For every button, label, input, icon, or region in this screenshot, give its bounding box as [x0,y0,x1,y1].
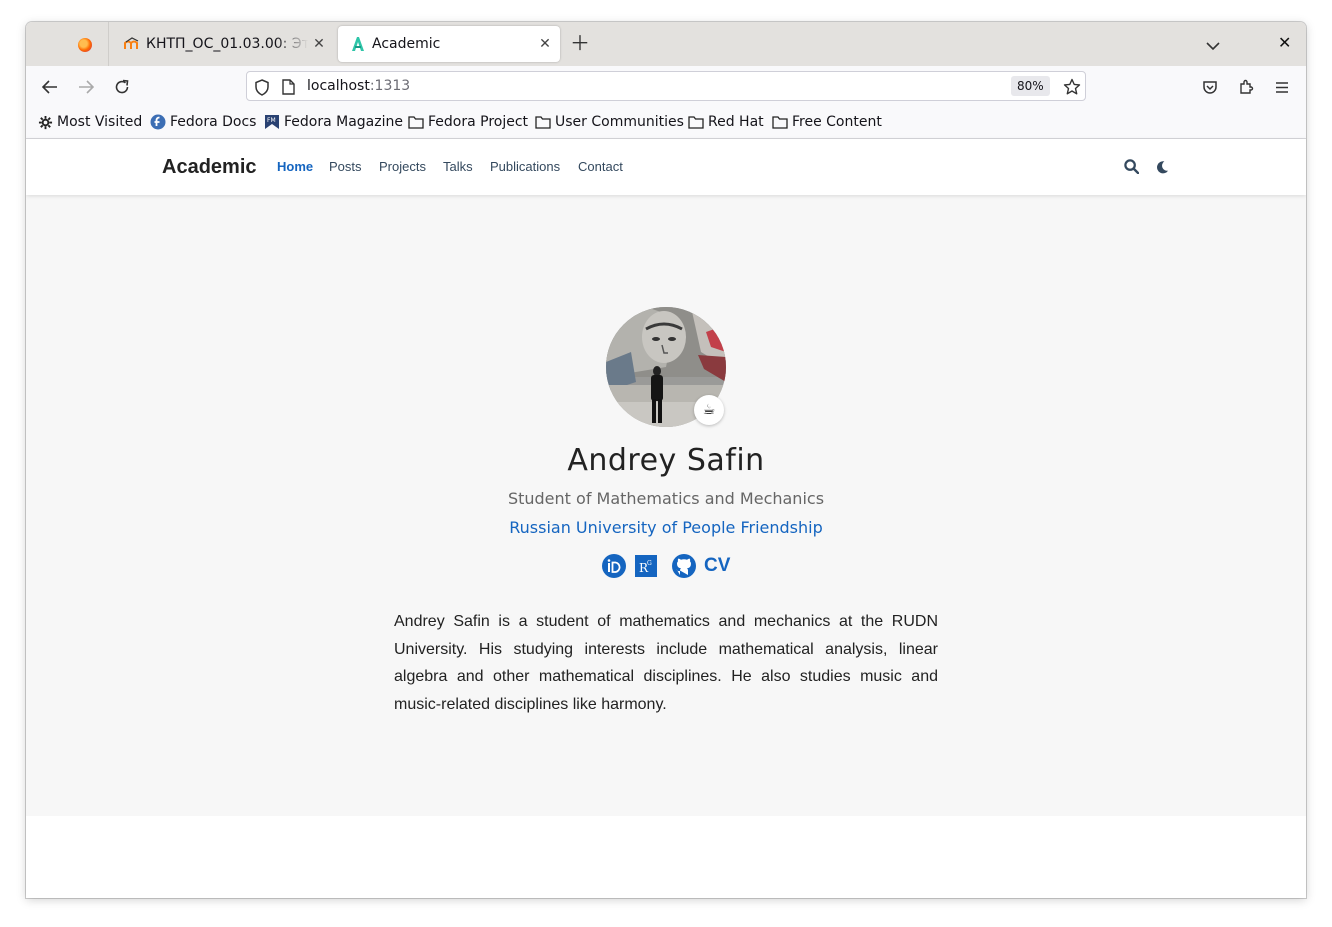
folder-icon [688,116,704,129]
cv-icon[interactable]: CV [704,555,730,577]
researchgate-icon[interactable]: RG [635,555,657,581]
profile-section: ☕ Andrey Safin Student of Mathematics an… [26,195,1306,816]
profile-bio: Andrey Safin is a student of mathematics… [394,613,938,713]
status-emoji-coffee: ☕ [694,395,724,425]
tab-title: КНТП_ОС_01.03.00: Этап [146,36,308,52]
bookmarks-toolbar: Most Visited Fedora Docs FM Fedora Magaz… [26,108,1306,139]
firefox-view-button[interactable] [26,22,109,66]
bookmark-folder-free-content[interactable]: Free Content [772,114,882,130]
page-content: Academic Home Posts Projects Talks Publi… [26,139,1306,898]
bookmark-most-visited[interactable]: Most Visited [38,114,142,130]
tab-academic[interactable]: Academic ✕ [338,26,560,62]
bookmark-label: Free Content [792,114,882,130]
nav-link-contact[interactable]: Contact [578,159,623,174]
site-brand[interactable]: Academic [162,156,257,179]
bookmark-label: Fedora Project [428,114,529,130]
bookmark-fedora-magazine[interactable]: FM Fedora Magazine [264,114,403,130]
svg-text:G: G [647,560,652,567]
page-footer-area [26,816,1306,898]
orcid-icon[interactable] [602,554,626,582]
nav-link-publications[interactable]: Publications [490,159,560,174]
folder-icon [408,116,424,129]
folder-icon [535,116,551,129]
academic-icon [350,36,366,52]
tab-moodle[interactable]: КНТП_ОС_01.03.00: Этап ✕ [112,26,334,62]
window-close-icon[interactable]: ✕ [1278,33,1291,52]
nav-link-posts[interactable]: Posts [329,159,362,174]
avatar-container: ☕ [606,307,726,427]
bookmark-folder-user-communities[interactable]: User Communities [535,114,684,130]
gear-icon [38,115,53,129]
social-links: RG CV [602,554,732,578]
bookmark-label: User Communities [555,114,684,130]
page-icon[interactable] [279,78,297,96]
fedora-icon [150,114,166,130]
profile-name: Andrey Safin [567,443,765,478]
profile-role: Student of Mathematics and Mechanics [507,489,825,508]
bookmark-label: Fedora Docs [170,114,257,130]
menu-icon[interactable] [1268,75,1296,99]
new-tab-button[interactable]: ＋ [570,33,590,53]
url-port: :1313 [369,78,411,94]
search-icon[interactable] [1124,159,1140,178]
url-bar[interactable]: localhost:1313 80% [246,71,1086,101]
close-tab-icon[interactable]: ✕ [534,36,556,52]
fm-icon: FM [265,115,279,129]
tab-title: Academic [372,36,441,52]
url-host: localhost [307,78,370,94]
tab-strip: КНТП_ОС_01.03.00: Этап ✕ Academic ✕ ＋ ✕ [26,22,1306,66]
nav-link-home[interactable]: Home [277,159,313,174]
moodle-icon [124,36,140,52]
site-navbar: Academic Home Posts Projects Talks Publi… [26,139,1306,195]
url-text[interactable]: localhost:1313 [307,78,410,94]
navigation-toolbar: localhost:1313 80% [26,66,1306,108]
profile-organization-link[interactable]: Russian University of People Friendship [26,518,1306,537]
github-icon[interactable] [672,554,696,582]
close-tab-icon[interactable]: ✕ [308,36,330,52]
browser-window: КНТП_ОС_01.03.00: Этап ✕ Academic ✕ ＋ ✕ [26,22,1306,898]
back-icon[interactable] [36,75,64,99]
bookmark-folder-red-hat[interactable]: Red Hat [688,114,764,130]
bookmark-folder-fedora-project[interactable]: Fedora Project [408,114,528,130]
forward-icon[interactable] [72,75,100,99]
extensions-icon[interactable] [1232,75,1260,99]
list-all-tabs-icon[interactable] [1206,36,1220,55]
bookmark-fedora-docs[interactable]: Fedora Docs [150,114,256,130]
svg-text:FM: FM [267,117,276,124]
reload-icon[interactable] [108,75,136,99]
firefox-icon [78,38,92,52]
dark-mode-toggle-icon[interactable] [1156,159,1169,178]
bookmark-label: Fedora Magazine [284,114,403,130]
nav-link-projects[interactable]: Projects [379,159,426,174]
nav-link-talks[interactable]: Talks [443,159,473,174]
bookmark-label: Red Hat [708,114,764,130]
zoom-level-button[interactable]: 80% [1011,76,1050,96]
bookmark-star-icon[interactable] [1063,78,1081,96]
shield-icon[interactable] [253,78,271,96]
bookmark-label: Most Visited [57,114,143,130]
pocket-icon[interactable] [1196,75,1224,99]
folder-icon [772,116,788,129]
